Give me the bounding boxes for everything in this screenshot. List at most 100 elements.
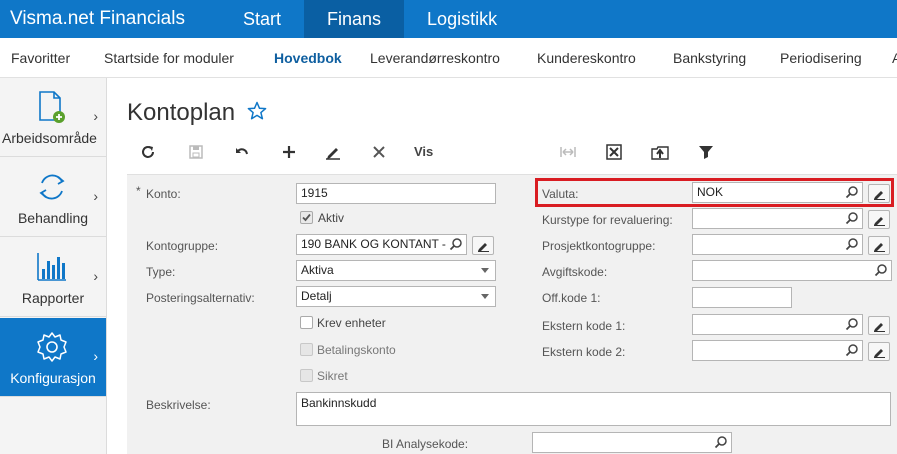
ekstern2-edit-button[interactable] bbox=[868, 342, 890, 361]
subnav-hovedbok[interactable]: Hovedbok bbox=[274, 38, 342, 77]
sikret-checkbox[interactable] bbox=[300, 369, 313, 382]
avgift-label: Avgiftskode: bbox=[542, 265, 608, 279]
off-kode-label: Off.kode 1: bbox=[542, 291, 601, 305]
subnav-leverandorreskontro[interactable]: Leverandørreskontro bbox=[370, 38, 500, 77]
sidebar-item-label: Behandling bbox=[17, 210, 89, 226]
ekstern1-label: Ekstern kode 1: bbox=[542, 319, 626, 333]
kontogruppe-value: 190 BANK OG KONTANT - bbox=[301, 237, 446, 251]
subnav-kundereskontro[interactable]: Kundereskontro bbox=[537, 38, 636, 77]
page-title: Kontoplan bbox=[127, 99, 236, 126]
pencil-icon bbox=[874, 323, 885, 332]
access-groups-button[interactable]: Vis adgangsgrupper bbox=[414, 134, 517, 195]
ekstern1-field[interactable] bbox=[692, 314, 863, 335]
excel-icon bbox=[606, 144, 622, 160]
undo-icon bbox=[236, 148, 248, 155]
filter-button[interactable] bbox=[691, 134, 721, 170]
ekstern2-label: Ekstern kode 2: bbox=[542, 345, 626, 359]
search-icon[interactable] bbox=[714, 435, 728, 449]
favorite-star-icon[interactable] bbox=[247, 101, 267, 121]
delete-button[interactable] bbox=[364, 134, 394, 170]
export-excel-button[interactable] bbox=[599, 134, 629, 170]
off-kode-field[interactable] bbox=[692, 287, 792, 308]
aktiv-checkbox[interactable] bbox=[300, 211, 313, 224]
add-button[interactable] bbox=[274, 134, 304, 170]
sidebar-item-label: Rapporter bbox=[21, 290, 85, 306]
brand-title[interactable]: Visma.net Financials bbox=[0, 0, 220, 38]
fit-width-icon bbox=[560, 147, 576, 157]
pencil-icon bbox=[874, 349, 885, 358]
type-label: Type: bbox=[146, 265, 176, 279]
ekstern1-edit-button[interactable] bbox=[868, 316, 890, 335]
search-icon[interactable] bbox=[874, 263, 888, 277]
subnav-bankstyring[interactable]: Bankstyring bbox=[673, 38, 746, 77]
subnav-startside[interactable]: Startside for moduler bbox=[104, 38, 234, 77]
pencil-icon bbox=[874, 243, 885, 252]
pencil-icon bbox=[478, 243, 489, 252]
sidebar-item-arbeidsomrade[interactable]: › Arbeidsområde bbox=[0, 78, 106, 157]
postering-label: Posteringsalternativ: bbox=[146, 291, 255, 305]
kontogruppe-label: Kontogruppe: bbox=[146, 239, 219, 253]
betalingskonto-checkbox[interactable] bbox=[300, 343, 313, 356]
fit-width-button[interactable] bbox=[553, 134, 583, 170]
undo-button[interactable] bbox=[227, 134, 257, 170]
tab-finans[interactable]: Finans bbox=[304, 0, 405, 38]
bar-chart-icon bbox=[37, 253, 66, 281]
chevron-right-icon: › bbox=[93, 188, 98, 204]
aktiv-label: Aktiv bbox=[318, 211, 345, 225]
chevron-right-icon: › bbox=[93, 348, 98, 364]
kurstype-field[interactable] bbox=[692, 208, 863, 229]
beskrivelse-field[interactable]: Bankinnskudd bbox=[296, 392, 891, 426]
sidebar-item-behandling[interactable]: › Behandling bbox=[0, 158, 106, 237]
search-icon[interactable] bbox=[845, 237, 859, 251]
sidebar-item-konfigurasjon[interactable]: › Konfigurasjon bbox=[0, 318, 106, 397]
subnav-favoritter[interactable]: Favoritter bbox=[11, 38, 70, 77]
module-nav: Favoritter Startside for moduler Hovedbo… bbox=[0, 38, 897, 78]
search-icon[interactable] bbox=[845, 317, 859, 331]
postering-select[interactable]: Detalj bbox=[296, 286, 496, 307]
close-icon bbox=[373, 146, 385, 158]
pencil-icon bbox=[326, 148, 340, 160]
top-bar: Visma.net Financials Start Finans Logist… bbox=[0, 0, 897, 38]
prosjekt-label: Prosjektkontogruppe: bbox=[542, 239, 656, 253]
kontogruppe-edit-button[interactable] bbox=[472, 236, 494, 255]
kurstype-edit-button[interactable] bbox=[868, 210, 890, 229]
chevron-right-icon: › bbox=[93, 268, 98, 284]
konto-field[interactable]: 1915 bbox=[296, 183, 496, 204]
top-nav: Start Finans Logistikk bbox=[220, 0, 520, 38]
chevron-right-icon: › bbox=[93, 108, 98, 124]
document-plus-icon bbox=[39, 91, 65, 123]
sidebar-item-label: Konfigurasjon bbox=[10, 370, 96, 386]
sidebar: › Arbeidsområde › Behandling › Rapporter bbox=[0, 78, 107, 454]
save-icon bbox=[189, 145, 203, 159]
subnav-more[interactable]: A bbox=[892, 38, 897, 77]
krev-enheter-checkbox[interactable] bbox=[300, 316, 313, 329]
required-marker: * bbox=[136, 184, 141, 198]
bi-analysekode-label: BI Analysekode: bbox=[382, 437, 469, 451]
edit-button[interactable] bbox=[318, 134, 348, 170]
betalingskonto-label: Betalingskonto bbox=[317, 343, 396, 357]
search-icon[interactable] bbox=[845, 343, 859, 357]
prosjekt-field[interactable] bbox=[692, 234, 863, 255]
kurstype-label: Kurstype for revaluering: bbox=[542, 213, 673, 227]
kontogruppe-field[interactable]: 190 BANK OG KONTANT - bbox=[296, 234, 467, 255]
tab-logistikk[interactable]: Logistikk bbox=[404, 0, 520, 38]
checkmark-icon bbox=[302, 213, 311, 222]
upload-button[interactable] bbox=[645, 134, 675, 170]
plus-icon bbox=[283, 146, 295, 158]
konto-label: Konto: bbox=[146, 187, 181, 201]
type-select[interactable]: Aktiva bbox=[296, 260, 496, 281]
upload-icon bbox=[651, 146, 669, 160]
bi-analysekode-field[interactable] bbox=[532, 432, 732, 453]
avgift-field[interactable] bbox=[692, 260, 892, 281]
tab-start[interactable]: Start bbox=[220, 0, 304, 38]
prosjekt-edit-button[interactable] bbox=[868, 236, 890, 255]
ekstern2-field[interactable] bbox=[692, 340, 863, 361]
search-icon[interactable] bbox=[845, 211, 859, 225]
search-icon[interactable] bbox=[449, 237, 463, 251]
subnav-periodisering[interactable]: Periodisering bbox=[780, 38, 862, 77]
sidebar-item-rapporter[interactable]: › Rapporter bbox=[0, 238, 106, 317]
save-button[interactable] bbox=[181, 134, 211, 170]
pencil-icon bbox=[874, 217, 885, 226]
filter-icon bbox=[699, 146, 713, 159]
refresh-button[interactable] bbox=[133, 134, 163, 170]
